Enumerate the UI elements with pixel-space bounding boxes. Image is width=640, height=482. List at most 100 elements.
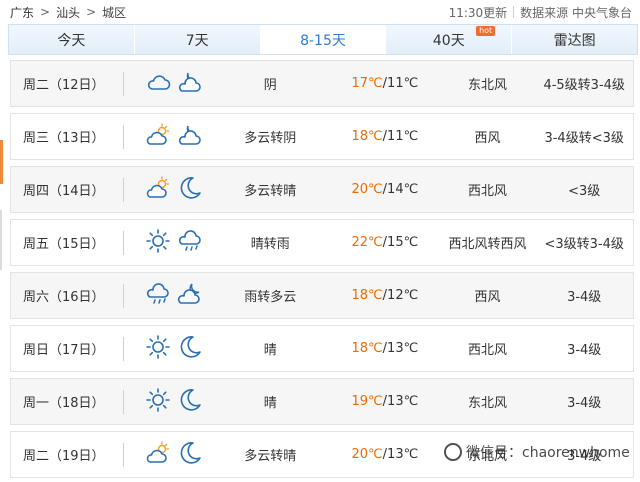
forecast-row: 周六（16日） 雨转多云 18℃/12℃ 西风 3-4级 — [10, 272, 634, 319]
tab-label: 7天 — [185, 32, 209, 49]
wind-level: <3级转3-4级 — [544, 237, 624, 252]
rain-icon — [177, 228, 203, 258]
weather-icons — [121, 228, 211, 258]
weather-desc: 多云转阴 — [244, 131, 297, 146]
temp-low: /12℃ — [382, 288, 419, 303]
side-accent — [0, 140, 3, 184]
data-source: 数据来源 中央气象台 — [520, 5, 632, 20]
tab-label: 8-15天 — [300, 32, 346, 49]
wind-direction: 西风 — [474, 290, 501, 305]
temperature: 18℃/13℃ — [330, 341, 440, 356]
wechat-icon — [444, 443, 462, 461]
temp-low: /13℃ — [382, 341, 419, 356]
breadcrumb-province[interactable]: 广东 — [10, 4, 34, 21]
sun-icon — [145, 387, 171, 417]
tab-label: 今天 — [57, 32, 86, 49]
weather-desc: 晴 — [263, 343, 277, 358]
weather-icons — [121, 440, 211, 470]
temperature: 18℃/11℃ — [330, 129, 440, 144]
day-label: 周三（13日） — [23, 131, 105, 146]
row-divider — [123, 284, 124, 308]
wind-direction: 西北风 — [468, 343, 508, 358]
row-divider — [123, 178, 124, 202]
temp-low: /11℃ — [382, 129, 419, 144]
top-bar: 广东 > 汕头 > 城区 11:30更新 数据来源 中央气象台 — [0, 0, 640, 24]
temperature: 22℃/15℃ — [330, 235, 440, 250]
watermark-text: 微信号：chaorenwhome — [466, 445, 630, 461]
tab-radar[interactable]: 雷达图 — [512, 25, 637, 54]
row-divider — [123, 72, 124, 96]
sun-icon — [145, 228, 171, 258]
weather-icons — [121, 334, 211, 364]
overcast-night-icon — [177, 69, 203, 99]
temp-high: 20℃ — [351, 182, 383, 197]
temp-high: 19℃ — [351, 394, 383, 409]
update-time: 11:30更新 — [448, 5, 508, 20]
weather-desc: 晴 — [263, 396, 277, 411]
row-divider — [123, 231, 124, 255]
side-divider — [0, 210, 2, 270]
tab-7-days[interactable]: 7天 — [134, 25, 261, 54]
partly-cloudy-icon — [145, 175, 171, 205]
wind-direction: 西北风 — [468, 184, 508, 199]
row-divider — [123, 337, 124, 361]
temperature: 19℃/13℃ — [330, 394, 440, 409]
temp-low: /11℃ — [382, 76, 419, 91]
temp-low: /13℃ — [382, 447, 419, 462]
wind-level: 4-5级转3-4级 — [543, 78, 625, 93]
wind-level: 3-4级 — [567, 290, 602, 305]
day-label: 周一（18日） — [23, 396, 105, 411]
partly-cloudy-icon — [145, 440, 171, 470]
tab-label: 雷达图 — [553, 32, 596, 49]
temp-high: 20℃ — [351, 447, 383, 462]
breadcrumb: 广东 > 汕头 > 城区 — [10, 4, 126, 21]
forecast-row: 周三（13日） 多云转阴 18℃/11℃ 西风 3-4级转<3级 — [10, 113, 634, 160]
temp-low: /13℃ — [382, 394, 419, 409]
wind-direction: 东北风 — [468, 78, 508, 93]
temp-high: 22℃ — [351, 235, 383, 250]
weather-icons — [121, 387, 211, 417]
weather-desc: 雨转多云 — [244, 290, 297, 305]
day-label: 周二（12日） — [23, 78, 105, 93]
forecast-tabs: 今天 7天 8-15天 40天 hot 雷达图 — [8, 24, 638, 55]
temp-high: 18℃ — [351, 341, 383, 356]
weather-icons — [121, 69, 211, 99]
moon-icon — [177, 334, 203, 364]
forecast-row: 周日（17日） 晴 18℃/13℃ 西北风 3-4级 — [10, 325, 634, 372]
breadcrumb-city[interactable]: 汕头 — [56, 4, 80, 21]
tab-40-days[interactable]: 40天 hot — [386, 25, 513, 54]
forecast-row: 周二（12日） 阴 17℃/11℃ 东北风 4-5级转3-4级 — [10, 60, 634, 107]
weather-desc: 阴 — [263, 78, 277, 93]
tab-8-15-days[interactable]: 8-15天 — [260, 25, 387, 54]
temperature: 18℃/12℃ — [330, 288, 440, 303]
day-label: 周四（14日） — [23, 184, 105, 199]
wind-direction: 西北风转西风 — [448, 237, 527, 252]
weather-desc: 多云转晴 — [244, 449, 297, 464]
weather-icons — [121, 175, 211, 205]
temp-high: 17℃ — [351, 76, 383, 91]
cloudy-night-icon — [177, 281, 203, 311]
temp-low: /14℃ — [382, 182, 419, 197]
wind-level: 3-4级转<3级 — [544, 131, 624, 146]
weather-desc: 多云转晴 — [244, 184, 297, 199]
breadcrumb-separator: > — [86, 5, 97, 19]
overcast-night-icon — [177, 122, 203, 152]
moon-icon — [177, 387, 203, 417]
sun-icon — [145, 334, 171, 364]
moon-icon — [177, 440, 203, 470]
weather-desc: 晴转雨 — [250, 237, 290, 252]
day-label: 周五（15日） — [23, 237, 105, 252]
breadcrumb-district: 城区 — [102, 5, 127, 20]
wind-direction: 西风 — [474, 131, 501, 146]
temp-high: 18℃ — [351, 129, 383, 144]
tab-today[interactable]: 今天 — [9, 25, 135, 54]
temp-low: /15℃ — [382, 235, 419, 250]
cloudy-icon — [145, 69, 171, 99]
meta-divider — [513, 6, 515, 18]
weather-icons — [121, 281, 211, 311]
hot-badge: hot — [476, 26, 496, 36]
wind-level: <3级 — [568, 184, 601, 199]
forecast-row: 周五（15日） 晴转雨 22℃/15℃ 西北风转西风 <3级转3-4级 — [10, 219, 634, 266]
forecast-row: 周四（14日） 多云转晴 20℃/14℃ 西北风 <3级 — [10, 166, 634, 213]
update-meta: 11:30更新 数据来源 中央气象台 — [449, 4, 632, 21]
